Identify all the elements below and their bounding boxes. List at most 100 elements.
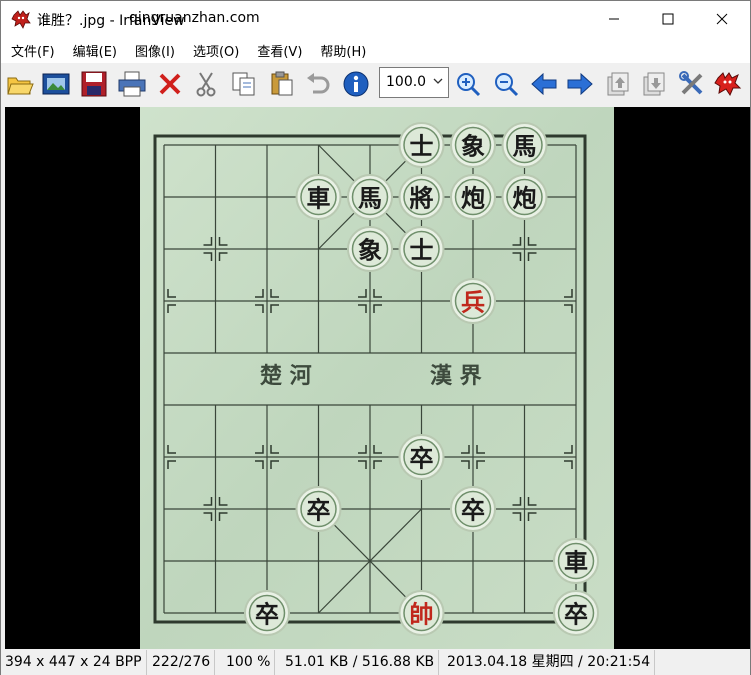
piece-label: 卒 (410, 444, 434, 473)
status-filesize: 51.01 KB / 516.88 KB (281, 650, 440, 675)
menu-image[interactable]: 图像(I) (125, 41, 175, 60)
piece-label: 象 (461, 132, 485, 161)
piece-black[interactable]: 卒 (450, 486, 496, 532)
zoom-in-icon (457, 73, 481, 97)
piece-black[interactable]: 象 (450, 122, 496, 168)
paste-button[interactable] (267, 69, 297, 99)
copy-icon (232, 72, 255, 96)
menu-view[interactable]: 查看(V) (247, 41, 302, 60)
status-datetime: 2013.04.18 星期四 / 20:21:54 (443, 650, 656, 675)
menu-file[interactable]: 文件(F) (1, 41, 55, 60)
menu-options[interactable]: 选项(O) (183, 41, 239, 60)
menu-help[interactable]: 帮助(H) (310, 41, 366, 60)
zoom-in-button[interactable] (453, 69, 483, 99)
menu-bar: 文件(F) 编辑(E) 图像(I) 选项(O) 查看(V) 帮助(H) (1, 37, 750, 63)
title-bar[interactable]: 谁胜？.jpg - IrfanView qingruanzhan.com (1, 1, 750, 37)
chevron-down-icon (433, 78, 443, 84)
paste-icon (271, 71, 293, 96)
first-page-button[interactable] (603, 69, 633, 99)
arrow-left-icon (531, 73, 557, 95)
tools-icon (679, 71, 703, 95)
properties-button[interactable] (677, 69, 707, 99)
piece-black[interactable]: 卒 (553, 590, 599, 636)
piece-label: 卒 (461, 496, 485, 525)
minimize-icon (609, 18, 619, 20)
piece-label: 車 (307, 184, 331, 213)
slideshow-icon (42, 73, 70, 95)
piece-red[interactable]: 帥 (398, 590, 445, 636)
piece-black[interactable]: 卒 (398, 434, 445, 480)
delete-button[interactable] (155, 69, 185, 99)
piece-label: 炮 (461, 184, 485, 213)
piece-label: 士 (410, 132, 434, 161)
piece-black[interactable]: 卒 (295, 486, 342, 532)
undo-button[interactable] (303, 69, 333, 99)
exit-button[interactable] (713, 69, 743, 99)
irfanview-window: 谁胜？.jpg - IrfanView qingruanzhan.com 文件(… (0, 0, 751, 675)
toolbar (1, 63, 750, 105)
irfanview-cat-icon (11, 10, 31, 29)
page-down-icon (643, 72, 665, 96)
maximize-icon (662, 13, 674, 25)
cat-exit-icon (714, 72, 742, 97)
open-folder-icon (7, 77, 34, 95)
last-page-button[interactable] (639, 69, 669, 99)
piece-black[interactable]: 車 (295, 174, 342, 220)
print-button[interactable] (117, 69, 147, 99)
slideshow-button[interactable] (41, 69, 71, 99)
piece-label: 車 (564, 548, 588, 577)
piece-black[interactable]: 士 (398, 122, 445, 168)
zoom-combobox[interactable]: 100.0 (379, 67, 449, 98)
piece-black[interactable]: 將 (398, 174, 445, 220)
delete-icon (159, 73, 181, 95)
menu-edit[interactable]: 编辑(E) (63, 41, 117, 60)
zoom-out-button[interactable] (491, 69, 521, 99)
piece-black[interactable]: 象 (347, 226, 393, 272)
previous-button[interactable] (529, 69, 559, 99)
river-right-text: 漢 界 (430, 363, 482, 389)
piece-label: 炮 (513, 184, 537, 213)
piece-label: 象 (358, 236, 382, 265)
cut-button[interactable] (191, 69, 221, 99)
status-zoom: 100 % (222, 650, 276, 675)
piece-red[interactable]: 兵 (450, 278, 496, 324)
status-index: 222/276 (148, 650, 216, 675)
image-viewport[interactable]: 楚 河 漢 界 士象馬車馬將炮炮象士兵卒卒卒車卒帥卒 (5, 107, 750, 649)
xiangqi-board: 楚 河 漢 界 士象馬車馬將炮炮象 士兵卒卒 卒車卒帥卒 (140, 107, 614, 649)
piece-black[interactable]: 卒 (244, 590, 290, 636)
piece-black[interactable]: 士 (398, 226, 445, 272)
image-canvas[interactable]: 楚 河 漢 界 士象馬車馬將炮炮象士兵卒卒卒車卒帥卒 (140, 107, 614, 649)
maximize-button[interactable] (645, 1, 691, 37)
piece-label: 卒 (255, 600, 279, 629)
copy-button[interactable] (229, 69, 259, 99)
undo-icon (307, 73, 330, 94)
page-up-icon (607, 72, 629, 96)
piece-black[interactable]: 炮 (450, 174, 496, 220)
status-dimensions: 394 x 447 x 24 BPP (1, 650, 147, 675)
piece-black[interactable]: 馬 (501, 122, 548, 168)
watermark-text: qingruanzhan.com (129, 10, 260, 26)
piece-label: 卒 (564, 600, 588, 629)
status-bar: 394 x 447 x 24 BPP 222/276 100 % 51.01 K… (1, 650, 750, 675)
close-icon (716, 13, 728, 25)
info-icon (343, 71, 369, 97)
save-button[interactable] (79, 69, 109, 99)
scissors-icon (196, 72, 216, 97)
close-button[interactable] (699, 1, 745, 37)
zoom-out-icon (495, 73, 519, 97)
minimize-button[interactable] (591, 1, 637, 37)
piece-label: 帥 (410, 600, 434, 629)
river-left-text: 楚 河 (260, 363, 312, 389)
next-button[interactable] (565, 69, 595, 99)
piece-black[interactable]: 炮 (501, 174, 548, 220)
print-icon (118, 71, 146, 97)
piece-black[interactable]: 馬 (347, 174, 393, 220)
piece-black[interactable]: 車 (553, 538, 599, 584)
piece-label: 將 (410, 184, 434, 213)
zoom-value: 100.0 (386, 74, 427, 90)
piece-label: 馬 (513, 132, 537, 161)
info-button[interactable] (341, 69, 371, 99)
piece-label: 卒 (307, 496, 331, 525)
piece-label: 馬 (358, 184, 382, 213)
open-button[interactable] (5, 69, 35, 99)
